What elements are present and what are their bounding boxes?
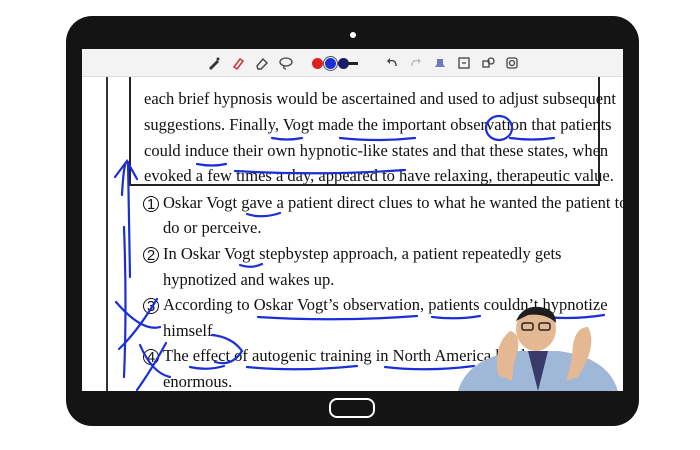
choice-number: 3 <box>143 298 159 315</box>
color-blue-swatch[interactable] <box>323 56 338 71</box>
choice-2-line-1[interactable]: In Oskar Vogt stepbystep approach, a pat… <box>163 244 604 266</box>
undo-icon[interactable] <box>384 55 400 71</box>
stamp-icon[interactable] <box>432 55 448 71</box>
choice-1-line-2[interactable]: do or perceive. <box>163 218 262 240</box>
choice-number: 4 <box>143 349 159 366</box>
passage-line: suggestions. Finally, Vogt made the impo… <box>144 115 612 134</box>
choice-3-line-2[interactable]: himself. <box>163 321 217 343</box>
margin-arrow-stroke <box>113 158 139 181</box>
stroke-width-indicator[interactable] <box>346 62 358 65</box>
presenter-video <box>458 306 618 391</box>
passage-line: evoked a few times a day, appeared to ha… <box>144 166 614 185</box>
choice-number: 1 <box>143 196 159 213</box>
clear-icon[interactable] <box>504 55 520 71</box>
eraser-icon[interactable] <box>254 55 270 71</box>
passage-line: could induce their own hypnotic-like sta… <box>144 141 609 160</box>
lasso-icon[interactable] <box>278 55 294 71</box>
tablet-frame: each brief hypnosis would be ascertained… <box>66 16 639 426</box>
margin-rule <box>106 77 108 391</box>
passage-box-border <box>129 77 131 185</box>
choice-4-line-2[interactable]: enormous. <box>163 372 232 391</box>
choice-2-line-2[interactable]: hypnotized and wakes up. <box>163 270 334 292</box>
choice-number: 2 <box>143 247 159 264</box>
underline-stroke <box>270 136 304 141</box>
pen-icon[interactable] <box>206 55 222 71</box>
choice-1-line-1[interactable]: Oskar Vogt gave a patient direct clues t… <box>163 193 623 215</box>
fit-icon[interactable] <box>456 55 472 71</box>
passage-line: each brief hypnosis would be ascertained… <box>144 89 616 108</box>
camera-icon <box>350 32 356 38</box>
underline-stroke <box>338 136 417 142</box>
margin-bracket-stroke <box>122 225 127 379</box>
shapes-icon[interactable] <box>480 55 496 71</box>
underline-stroke <box>508 136 556 141</box>
highlighter-icon[interactable] <box>230 55 246 71</box>
home-button[interactable] <box>329 398 375 418</box>
tablet-screen: each brief hypnosis would be ascertained… <box>82 49 623 391</box>
color-red-swatch[interactable] <box>312 58 323 69</box>
redo-icon[interactable] <box>408 55 424 71</box>
annotation-toolbar <box>82 49 623 77</box>
document-page: each brief hypnosis would be ascertained… <box>82 77 623 391</box>
